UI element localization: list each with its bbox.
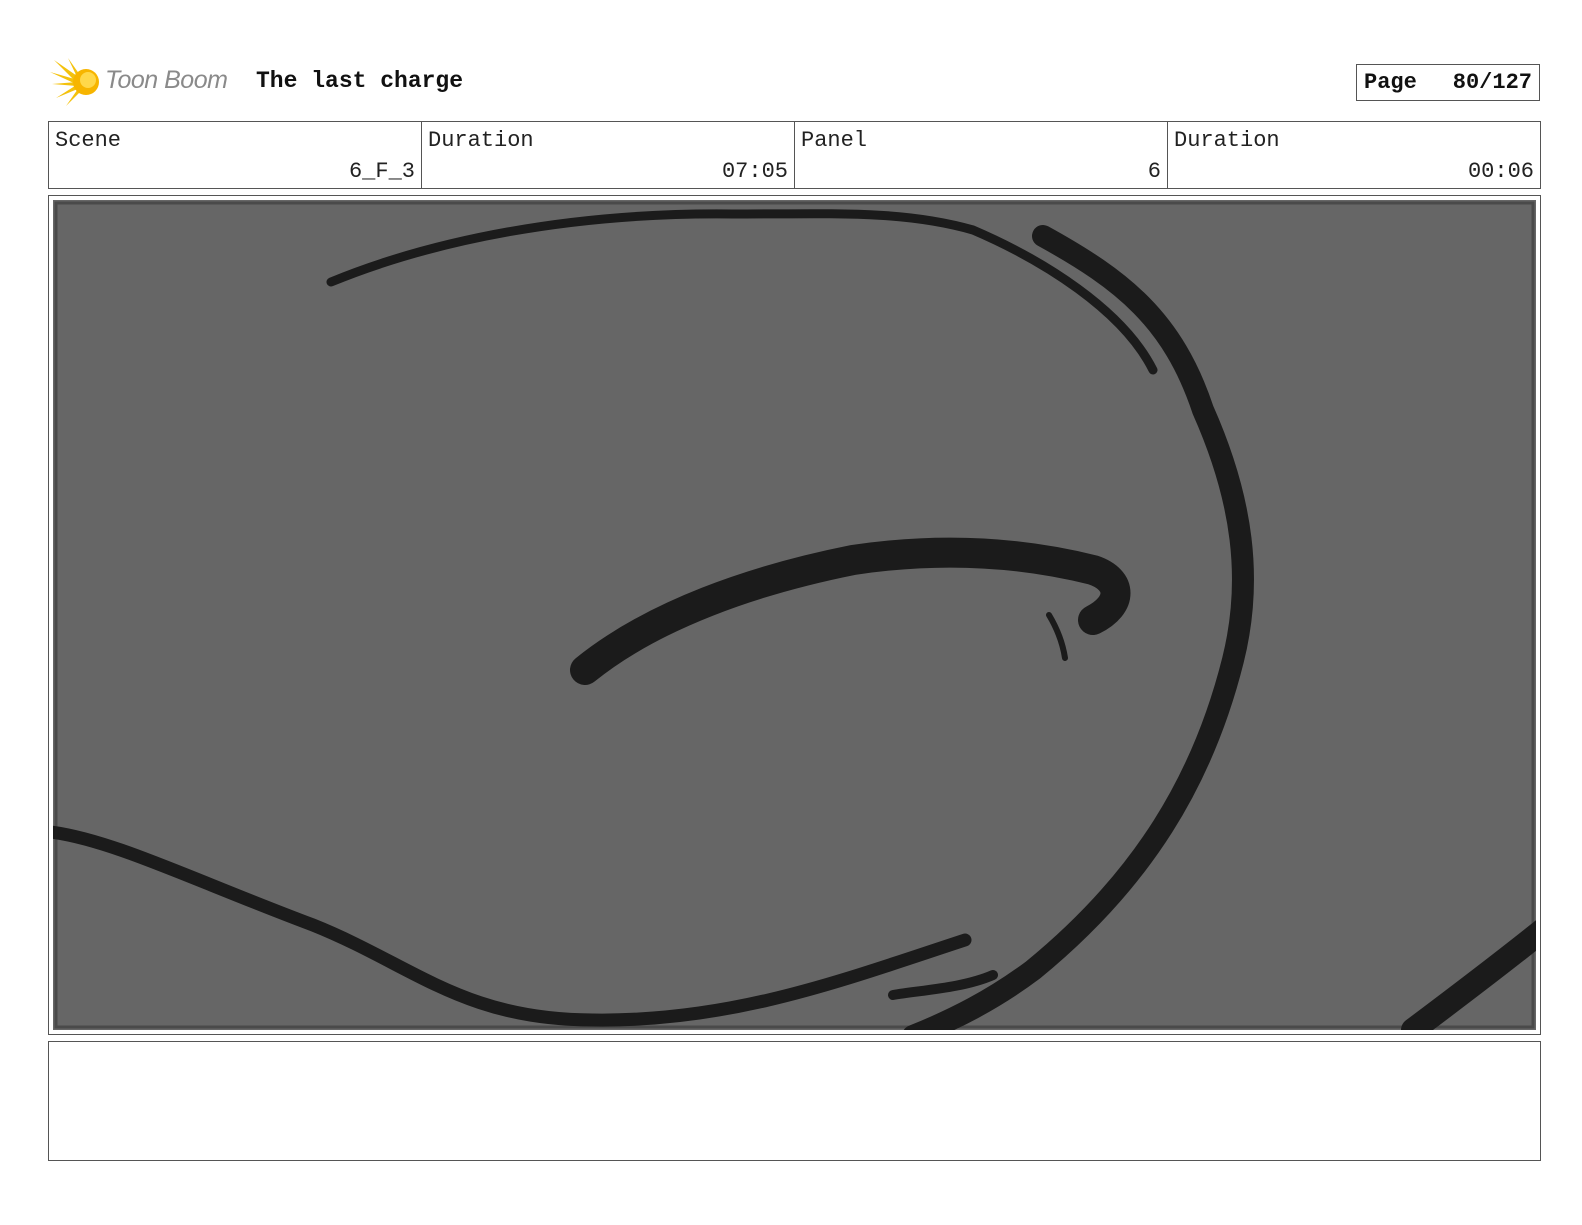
- panel-label: Panel: [801, 128, 868, 153]
- bottom-left-curve-stroke: [53, 825, 972, 1027]
- panel-duration-value: 00:06: [1467, 159, 1534, 184]
- starburst-icon: [50, 58, 99, 106]
- storyboard-panel-frame: [48, 195, 1541, 1035]
- center-blade-stroke: [570, 537, 1131, 685]
- safe-area-border: [54, 201, 1535, 1029]
- scene-duration-value: 07:05: [721, 159, 788, 184]
- bottom-right-corner-stroke: [1401, 920, 1536, 1030]
- panel-duration-cell: Duration 00:06: [1168, 122, 1540, 188]
- scene-duration-cell: Duration 07:05: [422, 122, 795, 188]
- page-label: Page: [1364, 70, 1417, 95]
- right-arc-stroke: [903, 225, 1254, 1030]
- scene-label: Scene: [55, 128, 122, 153]
- scene-cell: Scene 6_F_3: [49, 122, 422, 188]
- page-number: 80/127: [1452, 70, 1532, 95]
- center-blade-drip-stroke: [1046, 612, 1068, 661]
- scene-value: 6_F_3: [348, 159, 415, 184]
- logo-text: Toon Boom: [105, 66, 228, 94]
- storyboard-panel-image: [53, 200, 1536, 1030]
- panel-duration-label: Duration: [1174, 128, 1280, 153]
- bottom-hook-stroke: [888, 970, 998, 1000]
- page-indicator: Page 80/127: [1356, 64, 1540, 101]
- toon-boom-logo: Toon Boom: [50, 56, 242, 108]
- panel-info-table: Scene 6_F_3 Duration 07:05 Panel 6 Durat…: [48, 121, 1541, 189]
- scene-duration-label: Duration: [428, 128, 534, 153]
- panel-notes-box: [48, 1041, 1541, 1161]
- panel-sketch: [53, 201, 1536, 1030]
- top-arc-stroke: [326, 209, 1158, 375]
- document-title: The last charge: [256, 68, 464, 94]
- panel-cell: Panel 6: [795, 122, 1168, 188]
- panel-value: 6: [1147, 159, 1161, 184]
